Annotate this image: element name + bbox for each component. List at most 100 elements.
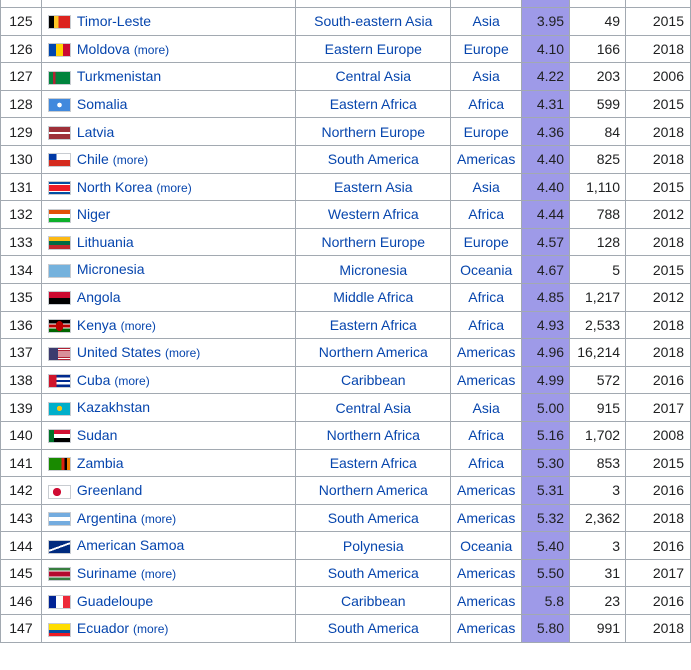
country-link[interactable]: Chile <box>77 151 109 167</box>
region-link[interactable]: Africa <box>450 310 523 340</box>
region-link[interactable]: Asia <box>450 393 523 422</box>
region-link[interactable]: Asia <box>450 62 523 91</box>
subregion-link[interactable]: South America <box>295 144 452 174</box>
region-link[interactable]: Asia <box>450 7 523 36</box>
table-row: 130 Chile (more) South America Americas 4… <box>0 144 691 174</box>
count-cell: 915 <box>569 393 627 422</box>
table-row: 141 Zambia Eastern Africa Africa 5.30 85… <box>0 448 691 478</box>
country-link[interactable]: Ecuador <box>77 620 129 636</box>
country-link[interactable]: Greenland <box>77 482 142 498</box>
more-link[interactable]: (more) <box>133 622 168 636</box>
country-link[interactable]: Timor-Leste <box>77 13 151 29</box>
region-link[interactable]: Asia <box>450 172 523 202</box>
region-link[interactable]: Americas <box>450 614 523 643</box>
subregion-link[interactable]: Northern Europe <box>295 227 452 257</box>
subregion-link[interactable]: South America <box>295 614 452 643</box>
region-link[interactable]: Americas <box>450 365 523 395</box>
table-row: 137 United States (more) Northern America… <box>0 338 691 367</box>
region-link[interactable]: Africa <box>450 448 523 478</box>
country-link[interactable]: Kazakhstan <box>77 399 150 415</box>
country-link[interactable]: Moldova <box>77 41 130 57</box>
country-link[interactable]: Turkmenistan <box>77 68 161 84</box>
more-link[interactable]: (more) <box>114 374 149 388</box>
country-link[interactable]: American Samoa <box>77 537 184 553</box>
country-link[interactable]: Zambia <box>77 455 124 471</box>
country-link[interactable]: Somalia <box>77 96 128 112</box>
subregion-link[interactable]: Western Africa <box>295 200 452 229</box>
flag-icon <box>47 153 71 168</box>
more-link[interactable]: (more) <box>156 181 191 195</box>
country-link[interactable]: United States <box>77 344 161 360</box>
rank-cell: 143 <box>0 503 42 533</box>
region-link[interactable]: Europe <box>450 34 523 64</box>
region-link[interactable]: Europe <box>450 117 523 146</box>
country-link[interactable]: Argentina <box>77 510 137 526</box>
subregion-link[interactable]: Caribbean <box>295 365 452 395</box>
country-link[interactable]: Sudan <box>77 427 117 443</box>
subregion-link[interactable]: Eastern Asia <box>295 172 452 202</box>
country-link[interactable]: Suriname <box>77 565 137 581</box>
rate-cell: 4.36 <box>521 117 571 146</box>
rank-cell: 141 <box>0 448 42 478</box>
rate-cell: 5.40 <box>521 531 571 560</box>
region-link[interactable]: Americas <box>450 476 523 505</box>
country-link[interactable]: Niger <box>77 206 110 222</box>
region-link[interactable]: Africa <box>450 200 523 229</box>
region-link[interactable]: Oceania <box>450 255 523 284</box>
more-link[interactable]: (more) <box>141 512 176 526</box>
subregion-link[interactable]: Northern America <box>295 476 452 505</box>
region-link[interactable]: Africa <box>450 89 523 119</box>
country-link[interactable]: Micronesia <box>77 261 145 277</box>
subregion-link[interactable]: Eastern Africa <box>295 89 452 119</box>
country-link[interactable]: Cuba <box>77 372 110 388</box>
subregion-link[interactable]: Northern America <box>295 338 452 367</box>
more-link[interactable]: (more) <box>141 567 176 581</box>
region-link[interactable]: Americas <box>450 586 523 616</box>
region-link[interactable]: Europe <box>450 227 523 257</box>
subregion-link[interactable]: Northern Africa <box>295 420 452 450</box>
count-cell: 599 <box>569 89 627 119</box>
year-cell: 2018 <box>625 34 691 64</box>
more-link[interactable]: (more) <box>113 153 148 167</box>
country-link[interactable]: Kenya <box>77 317 117 333</box>
country-cell: Somalia <box>40 89 297 119</box>
more-link[interactable]: (more) <box>134 43 169 57</box>
count-cell: 572 <box>569 365 627 395</box>
table-row: 145 Suriname (more) South America America… <box>0 558 691 588</box>
subregion-link[interactable]: Eastern Europe <box>295 34 452 64</box>
country-cell: Chile (more) <box>40 144 297 174</box>
subregion-link[interactable]: Central Asia <box>295 393 452 422</box>
subregion-link[interactable]: South America <box>295 503 452 533</box>
region-link[interactable]: Americas <box>450 144 523 174</box>
subregion-link[interactable]: Central Asia <box>295 62 452 91</box>
country-link[interactable]: North Korea <box>77 179 152 195</box>
flag-icon <box>47 622 71 637</box>
subregion-link[interactable]: Eastern Africa <box>295 310 452 340</box>
rate-cell: 4.85 <box>521 282 571 312</box>
region-link[interactable]: Africa <box>450 420 523 450</box>
country-link[interactable]: Lithuania <box>77 234 134 250</box>
subregion-link[interactable]: Middle Africa <box>295 282 452 312</box>
region-link[interactable]: Americas <box>450 338 523 367</box>
flag-icon <box>47 291 71 306</box>
subregion-link[interactable]: Caribbean <box>295 586 452 616</box>
country-link[interactable]: Angola <box>77 289 121 305</box>
region-link[interactable]: Africa <box>450 282 523 312</box>
region-link[interactable]: Americas <box>450 503 523 533</box>
subregion-link[interactable]: South America <box>295 558 452 588</box>
country-link[interactable]: Latvia <box>77 124 114 140</box>
country-link[interactable]: Guadeloupe <box>77 593 153 609</box>
more-link[interactable]: (more) <box>165 346 200 360</box>
count-cell: 166 <box>569 34 627 64</box>
subregion-link[interactable]: Northern Europe <box>295 117 452 146</box>
subregion-link[interactable]: Polynesia <box>295 531 452 560</box>
region-link[interactable]: Americas <box>450 558 523 588</box>
flag-icon <box>47 594 71 609</box>
country-cell: Micronesia <box>40 255 297 284</box>
subregion-link[interactable]: Eastern Africa <box>295 448 452 478</box>
rate-cell: 5.00 <box>521 393 571 422</box>
more-link[interactable]: (more) <box>121 319 156 333</box>
region-link[interactable]: Oceania <box>450 531 523 560</box>
subregion-link[interactable]: South-eastern Asia <box>295 7 452 36</box>
subregion-link[interactable]: Micronesia <box>295 255 452 284</box>
